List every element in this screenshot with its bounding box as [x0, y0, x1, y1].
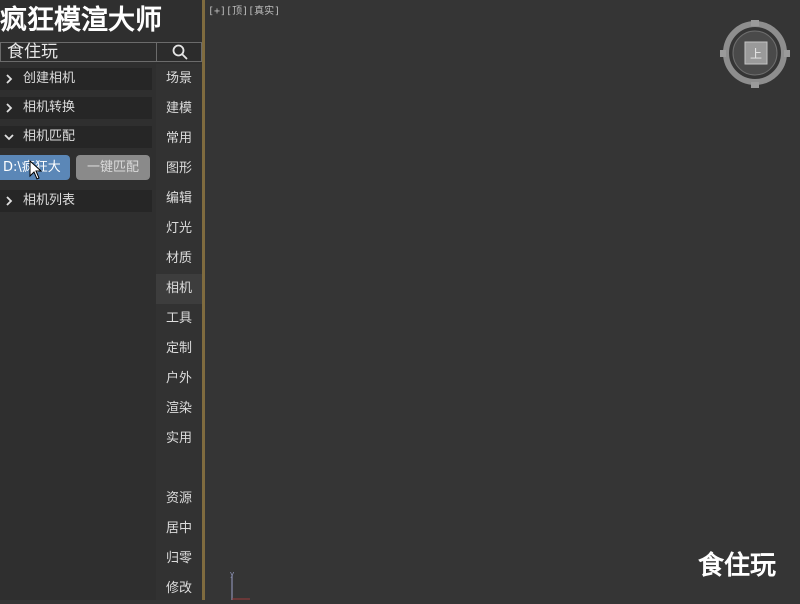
tab-modeling[interactable]: 建模	[156, 94, 202, 124]
tab-resources[interactable]: 资源	[156, 484, 202, 514]
search-input[interactable]: 食住玩	[7, 41, 58, 63]
section-create-camera[interactable]: 创建相机	[0, 68, 152, 90]
tab-scene[interactable]: 场景	[156, 64, 202, 94]
section-camera-convert[interactable]: 相机转换	[0, 97, 152, 119]
viewcube[interactable]: 上	[720, 20, 790, 92]
section-camera-list[interactable]: 相机列表	[0, 190, 152, 212]
viewcube-icon: 上	[720, 20, 790, 88]
search-button[interactable]	[156, 43, 203, 61]
section-label: 创建相机	[23, 71, 76, 86]
tab-lights[interactable]: 灯光	[156, 214, 202, 244]
one-click-match-button[interactable]: 一键匹配	[76, 155, 150, 180]
section-label: 相机转换	[23, 100, 76, 115]
mouse-cursor-icon	[29, 160, 43, 180]
section-label: 相机匹配	[23, 129, 76, 144]
tab-custom[interactable]: 定制	[156, 334, 202, 364]
app-title: 疯狂模渲大师	[0, 5, 162, 36]
search-icon	[172, 44, 188, 60]
section-label: 相机列表	[23, 193, 76, 208]
axis-gizmo-icon: y	[230, 570, 250, 600]
tab-utilities[interactable]: 实用	[156, 424, 202, 454]
chevron-right-icon	[2, 68, 16, 90]
tab-reset[interactable]: 归零	[156, 544, 202, 574]
svg-text:y: y	[230, 570, 234, 578]
left-panel: 疯狂模渲大师 食住玩 创建相机 相机转换 相机匹配 D:\疯狂大 一键匹配	[0, 0, 202, 600]
tab-tools[interactable]: 工具	[156, 304, 202, 334]
watermark: 食住玩	[698, 551, 777, 581]
panel-divider[interactable]	[202, 0, 205, 600]
tab-common[interactable]: 常用	[156, 124, 202, 154]
viewcube-face-label: 上	[750, 47, 762, 61]
chevron-right-icon	[2, 190, 16, 212]
section-camera-match[interactable]: 相机匹配	[0, 126, 152, 148]
tab-camera[interactable]: 相机	[156, 274, 202, 304]
tab-center[interactable]: 居中	[156, 514, 202, 544]
viewport-label[interactable]: [+][顶][真实]	[208, 2, 280, 17]
tab-edit[interactable]: 编辑	[156, 184, 202, 214]
tab-render[interactable]: 渲染	[156, 394, 202, 424]
search-bar: 食住玩	[0, 42, 202, 62]
chevron-right-icon	[2, 97, 16, 119]
category-tabs: 场景 建模 常用 图形 编辑 灯光 材质 相机 工具 定制 户外 渲染 实用 资…	[156, 64, 202, 600]
chevron-down-icon	[2, 126, 16, 148]
tab-outdoor[interactable]: 户外	[156, 364, 202, 394]
tab-shapes[interactable]: 图形	[156, 154, 202, 184]
tab-materials[interactable]: 材质	[156, 244, 202, 274]
